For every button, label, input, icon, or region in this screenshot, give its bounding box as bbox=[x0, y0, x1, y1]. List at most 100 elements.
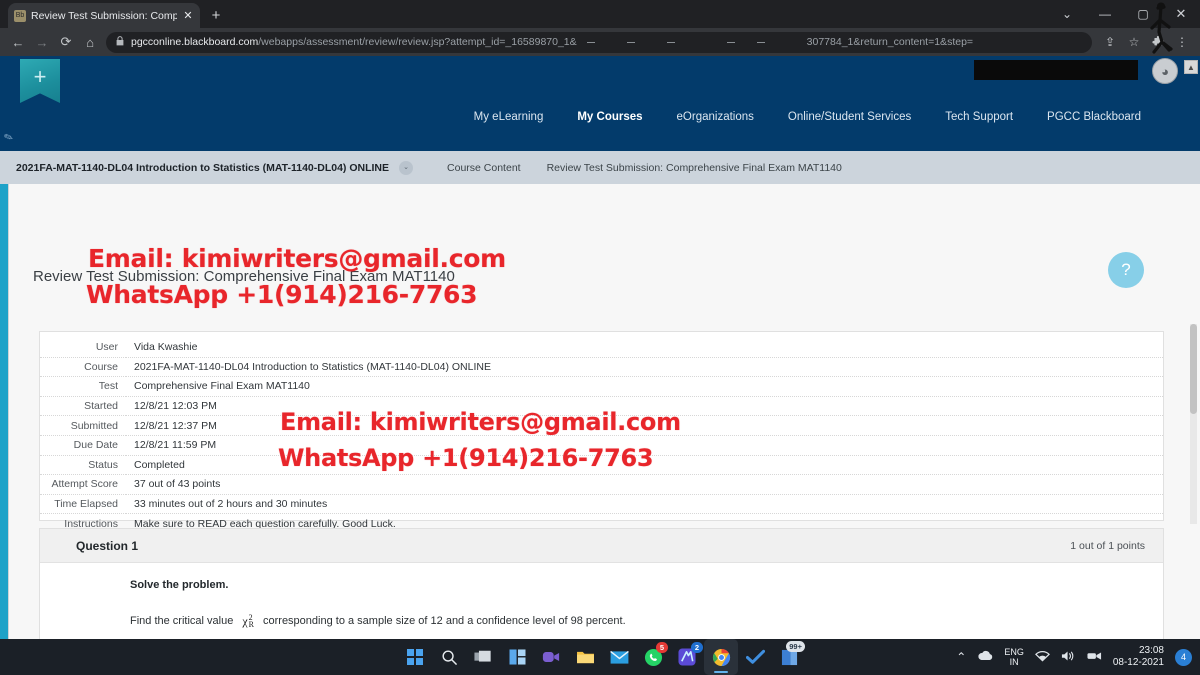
chi-subscript: R bbox=[248, 620, 254, 630]
back-icon[interactable]: ← bbox=[6, 30, 30, 54]
taskbar-widgets-icon[interactable] bbox=[500, 639, 534, 675]
windows-taskbar: 5 2 99+ ⌃ ENG IN 23:08 08-12-2021 4 bbox=[0, 639, 1200, 675]
browser-toolbar: ← → ⟳ ⌂ pgcconline.blackboard.com/webapp… bbox=[0, 28, 1200, 56]
address-bar[interactable]: pgcconline.blackboard.com/webapps/assess… bbox=[106, 31, 1092, 53]
device-icon[interactable] bbox=[1087, 650, 1102, 665]
detail-label: Status bbox=[40, 455, 126, 476]
taskbar-file-explorer-icon[interactable] bbox=[568, 639, 602, 675]
language-indicator[interactable]: ENG IN bbox=[1004, 647, 1024, 667]
reload-icon[interactable]: ⟳ bbox=[54, 30, 78, 54]
taskbar-mail-icon[interactable] bbox=[602, 639, 636, 675]
window-controls: ⌄ — ▢ ✕ bbox=[1048, 0, 1200, 28]
table-row: Submitted 12/8/21 12:37 PM bbox=[40, 415, 1163, 436]
detail-value: Vida Kwashie bbox=[126, 338, 1163, 358]
window-minimize-icon[interactable]: — bbox=[1086, 0, 1124, 28]
window-restore-icon[interactable]: ⌄ bbox=[1048, 0, 1086, 28]
blackboard-header: + ✎ shie 36 ▾ ◕ ▲ My eLearning My Course… bbox=[0, 56, 1200, 151]
detail-value: 37 out of 43 points bbox=[126, 474, 1163, 495]
detail-label: Attempt Score bbox=[40, 474, 126, 495]
notification-center-badge[interactable]: 4 bbox=[1175, 648, 1192, 666]
detail-label: Test bbox=[40, 376, 126, 397]
taskbar-start-icon[interactable] bbox=[398, 639, 432, 675]
nav-item-tech-support[interactable]: Tech Support bbox=[928, 111, 1030, 123]
table-row: Started 12/8/21 12:03 PM bbox=[40, 396, 1163, 417]
detail-label: User bbox=[40, 338, 126, 358]
taskbar-purple-app-icon[interactable]: 2 bbox=[670, 639, 704, 675]
window-maximize-icon[interactable]: ▢ bbox=[1124, 0, 1162, 28]
tab-title: Review Test Submission: Compre bbox=[31, 9, 177, 22]
taskbar-chrome-icon[interactable] bbox=[704, 639, 738, 675]
share-icon[interactable]: ⇪ bbox=[1098, 30, 1122, 54]
question-1-text: Find the critical value χ2R correspondin… bbox=[130, 613, 1127, 630]
home-icon[interactable]: ⌂ bbox=[78, 30, 102, 54]
purple-app-badge: 2 bbox=[691, 642, 703, 653]
taskbar-whatsapp-icon[interactable]: 5 bbox=[636, 639, 670, 675]
chevron-down-icon[interactable]: ⌄ bbox=[399, 160, 414, 175]
question-1-points: 1 out of 1 points bbox=[1070, 539, 1145, 552]
taskbar-notes-app-icon[interactable]: 99+ bbox=[772, 639, 806, 675]
nav-item-eorganizations[interactable]: eOrganizations bbox=[660, 111, 771, 123]
system-tray: ⌃ ENG IN 23:08 08-12-2021 4 bbox=[956, 639, 1192, 675]
blackboard-nav: My eLearning My Courses eOrganizations O… bbox=[0, 100, 1200, 134]
url-tail: 307784_1&return_content=1&step= bbox=[806, 36, 974, 48]
detail-value: 12/8/21 12:03 PM bbox=[126, 396, 1163, 417]
table-row: Test Comprehensive Final Exam MAT1140 bbox=[40, 376, 1163, 397]
table-row: User Vida Kwashie bbox=[40, 338, 1163, 358]
clock-date: 08-12-2021 bbox=[1112, 657, 1164, 668]
nav-item-my-courses[interactable]: My Courses bbox=[560, 111, 659, 123]
breadcrumb: 2021FA-MAT-1140-DL04 Introduction to Sta… bbox=[0, 151, 1200, 184]
onedrive-cloud-icon[interactable] bbox=[977, 650, 993, 664]
breadcrumb-course[interactable]: 2021FA-MAT-1140-DL04 Introduction to Sta… bbox=[16, 162, 389, 174]
volume-icon[interactable] bbox=[1061, 650, 1076, 665]
table-row: Status Completed bbox=[40, 455, 1163, 476]
url-path: /webapps/assessment/review/review.jsp?at… bbox=[258, 36, 577, 48]
course-menu-rail[interactable] bbox=[0, 184, 9, 639]
tab-favicon-icon: Bb bbox=[14, 9, 26, 22]
content-scrollbar[interactable] bbox=[1190, 324, 1197, 524]
scroll-up-arrow-icon[interactable]: ▲ bbox=[1184, 60, 1198, 74]
tab-close-icon[interactable]: ✕ bbox=[182, 9, 194, 22]
redacted-user-bar bbox=[974, 60, 1138, 80]
browser-menu-icon[interactable]: ⋮ bbox=[1170, 30, 1194, 54]
bookmark-star-icon[interactable]: ☆ bbox=[1122, 30, 1146, 54]
nav-item-online-student-services[interactable]: Online/Student Services bbox=[771, 111, 928, 123]
window-close-icon[interactable]: ✕ bbox=[1162, 0, 1200, 28]
clock[interactable]: 23:08 08-12-2021 bbox=[1113, 645, 1164, 669]
question-1-block: Question 1 1 out of 1 points Solve the p… bbox=[39, 528, 1164, 639]
wifi-icon[interactable] bbox=[1034, 650, 1050, 665]
nav-item-my-elearning[interactable]: My eLearning bbox=[457, 111, 561, 123]
breadcrumb-course-content[interactable]: Course Content bbox=[447, 162, 521, 174]
nav-item-pgcc-blackboard[interactable]: PGCC Blackboard bbox=[1030, 111, 1158, 123]
breadcrumb-current: Review Test Submission: Comprehensive Fi… bbox=[546, 161, 842, 174]
chi-scripts: 2R bbox=[249, 614, 254, 629]
question-1-text-before: Find the critical value bbox=[130, 614, 234, 627]
avatar[interactable]: ◕ bbox=[1152, 58, 1178, 84]
browser-tab[interactable]: Bb Review Test Submission: Compre ✕ bbox=[8, 3, 200, 28]
whatsapp-badge: 5 bbox=[656, 642, 668, 653]
notes-app-badge: 99+ bbox=[786, 641, 805, 652]
chi-square-symbol: χ2R bbox=[239, 613, 257, 630]
screen: Bb Review Test Submission: Compre ✕ + ⌄ … bbox=[0, 0, 1200, 675]
detail-label: Due Date bbox=[40, 435, 126, 456]
taskbar-task-view-icon[interactable] bbox=[466, 639, 500, 675]
taskbar-todo-check-icon[interactable] bbox=[738, 639, 772, 675]
extensions-puzzle-icon[interactable] bbox=[1146, 30, 1170, 54]
language-bottom: IN bbox=[1009, 657, 1019, 667]
forward-icon[interactable]: → bbox=[30, 30, 54, 54]
question-1-prompt: Solve the problem. bbox=[130, 579, 229, 591]
detail-label: Started bbox=[40, 396, 126, 417]
url-redacted-region bbox=[577, 37, 807, 48]
new-tab-button[interactable]: + bbox=[206, 6, 226, 26]
tray-chevron-up-icon[interactable]: ⌃ bbox=[956, 650, 966, 664]
detail-value: 12/8/21 12:37 PM bbox=[126, 415, 1163, 436]
table-row: Attempt Score 37 out of 43 points bbox=[40, 474, 1163, 495]
taskbar-search-icon[interactable] bbox=[432, 639, 466, 675]
help-icon[interactable]: ? bbox=[1108, 252, 1144, 288]
question-1-header: Question 1 1 out of 1 points bbox=[40, 529, 1163, 563]
url-domain: pgcconline.blackboard.com bbox=[131, 36, 259, 48]
plus-icon: + bbox=[33, 64, 47, 89]
page-title: Review Test Submission: Comprehensive Fi… bbox=[33, 268, 455, 285]
question-1-body: Solve the problem. Find the critical val… bbox=[40, 563, 1163, 639]
scrollbar-thumb[interactable] bbox=[1190, 324, 1197, 414]
taskbar-teams-icon[interactable] bbox=[534, 639, 568, 675]
